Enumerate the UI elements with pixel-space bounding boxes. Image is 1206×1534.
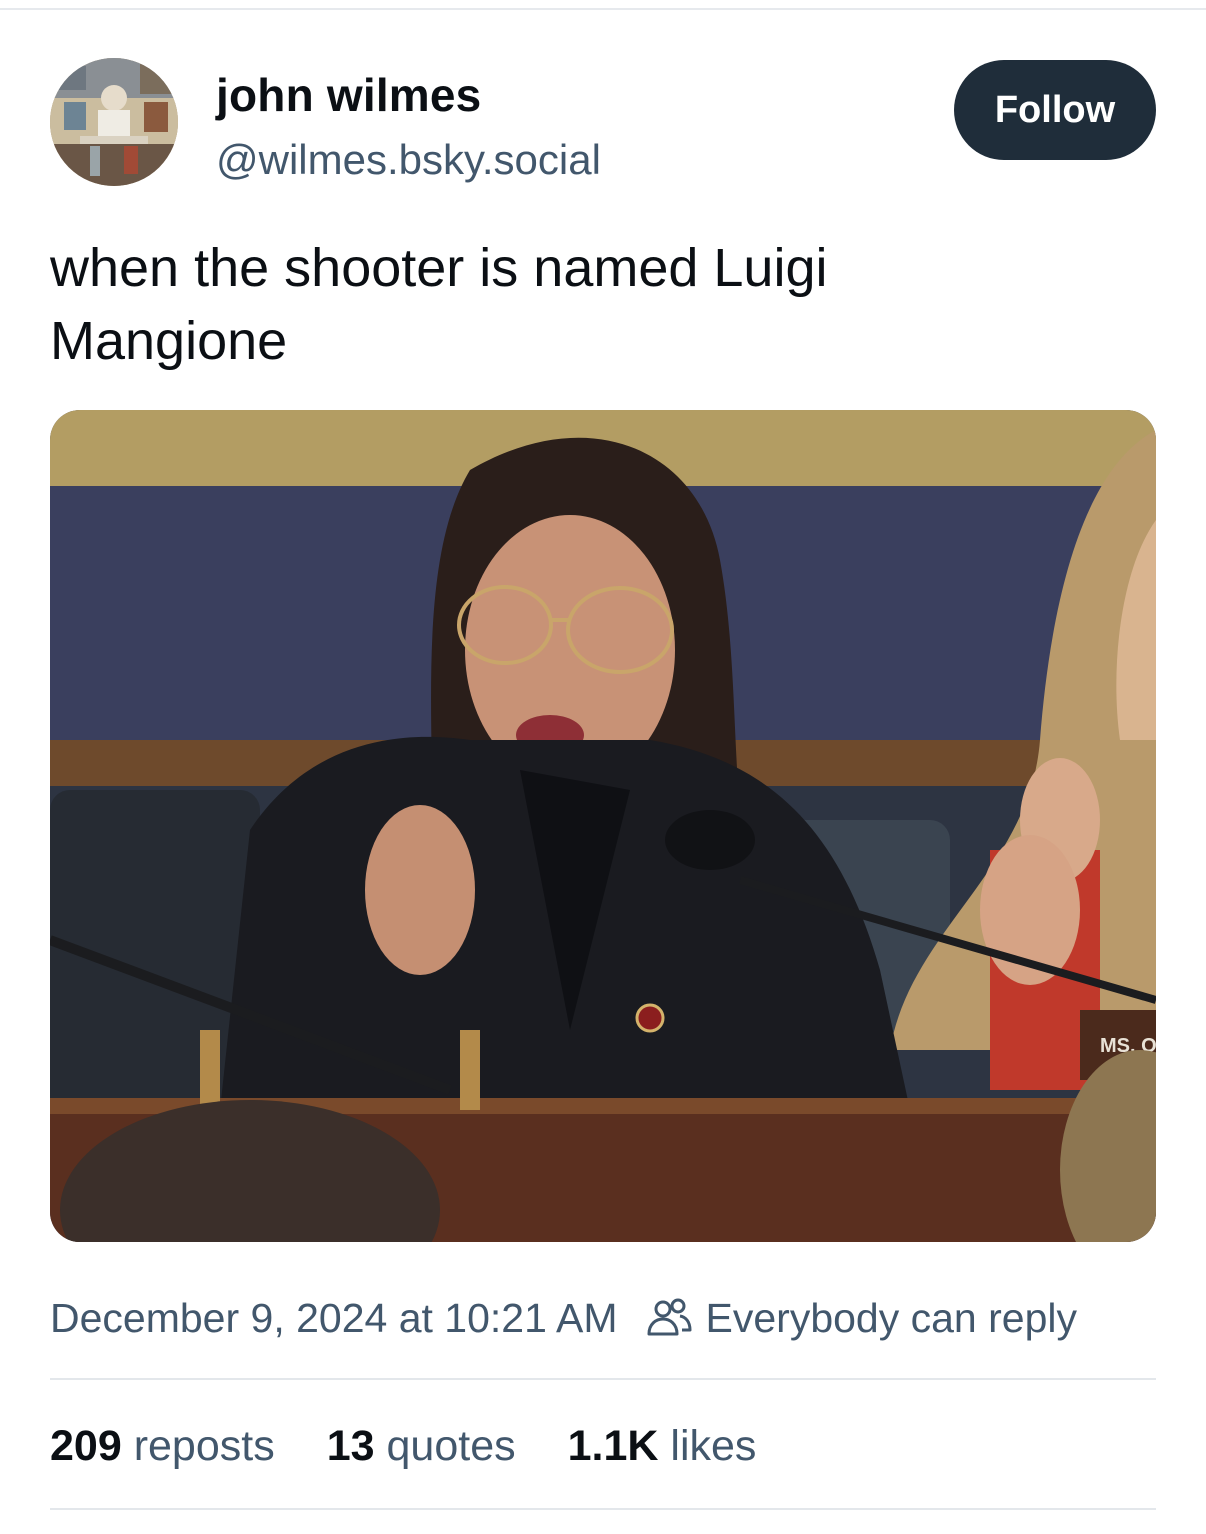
reposts-count: 209 (50, 1421, 134, 1470)
stats-top-divider (50, 1378, 1156, 1380)
stats-bottom-divider (50, 1508, 1156, 1510)
photo-image: MS. O (50, 410, 1156, 1242)
post-header: john wilmes @wilmes.bsky.social Follow (50, 58, 1156, 190)
quotes-label: quotes (386, 1421, 516, 1470)
reposts-label: reposts (133, 1421, 275, 1470)
author-avatar[interactable] (50, 58, 178, 186)
likes-count: 1.1K (567, 1421, 671, 1470)
quotes-stat[interactable]: 13 quotes (327, 1422, 516, 1471)
top-divider (0, 8, 1206, 10)
follow-button[interactable]: Follow (954, 60, 1156, 160)
reply-setting[interactable]: Everybody can reply (646, 1295, 1077, 1342)
post-meta: December 9, 2024 at 10:21 AM Everybody c… (50, 1290, 1077, 1346)
reply-setting-label: Everybody can reply (705, 1294, 1077, 1341)
author-display-name[interactable]: john wilmes (216, 68, 481, 122)
post-timestamp[interactable]: December 9, 2024 at 10:21 AM (50, 1295, 618, 1342)
author-handle[interactable]: @wilmes.bsky.social (216, 136, 601, 184)
reposts-stat[interactable]: 209 reposts (50, 1422, 275, 1471)
post-stats: 209 reposts 13 quotes 1.1K likes (50, 1416, 808, 1476)
avatar-image (50, 58, 178, 186)
post-image[interactable]: MS. O (50, 410, 1156, 1242)
likes-stat[interactable]: 1.1K likes (568, 1422, 757, 1471)
people-icon (647, 1298, 692, 1336)
post-text: when the shooter is named Luigi Mangione (50, 238, 828, 371)
likes-label: likes (670, 1421, 757, 1470)
quotes-count: 13 (326, 1421, 387, 1470)
